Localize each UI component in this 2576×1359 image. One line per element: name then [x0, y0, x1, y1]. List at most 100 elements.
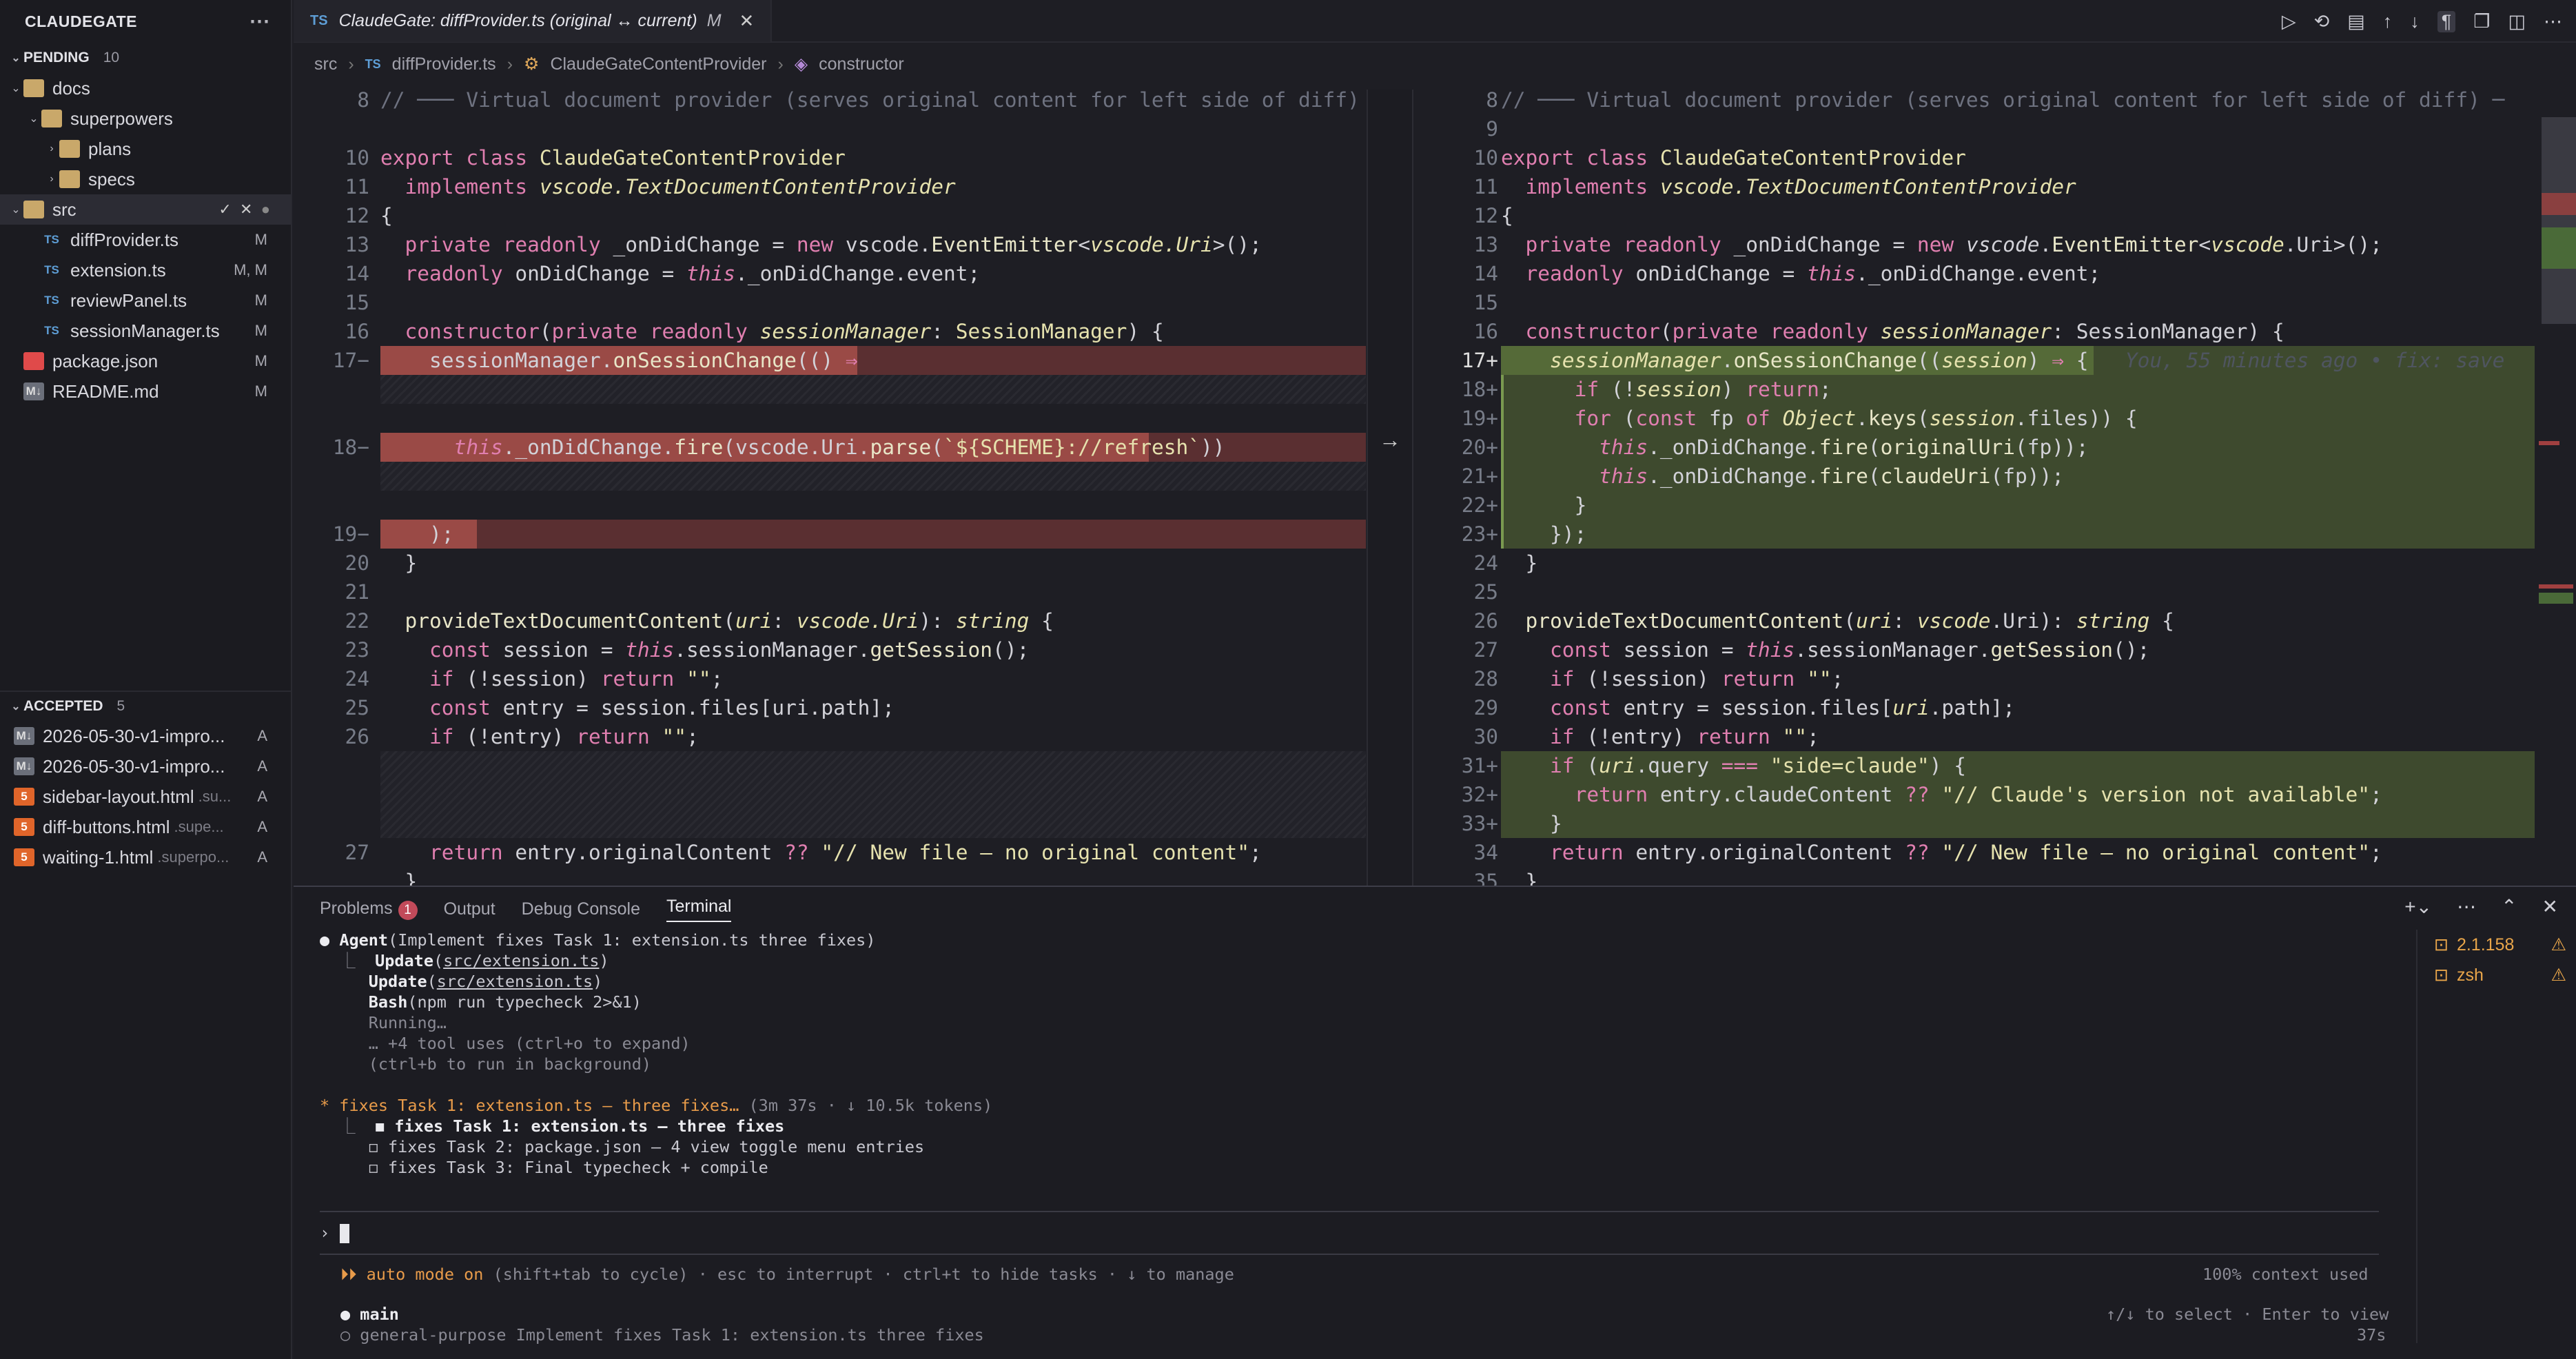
html-file-icon: 5	[14, 848, 34, 866]
new-terminal-icon[interactable]: +⌄	[2404, 895, 2432, 918]
tab-output[interactable]: Output	[444, 899, 495, 919]
code-line: // ─── Virtual document provider (serves…	[380, 90, 1366, 112]
more-actions-icon[interactable]: ⋯	[2544, 11, 2562, 32]
folder-actions[interactable]: ✓ ✕ ●	[218, 201, 270, 218]
close-panel-icon[interactable]: ✕	[2542, 895, 2558, 918]
code-line: const session = this.sessionManager.getS…	[429, 638, 1030, 662]
code-line: if (uri.query === "side=claude") {	[1550, 754, 1966, 777]
breadcrumb-file[interactable]: diffProvider.ts	[392, 54, 496, 74]
tree-item[interactable]: TS reviewPanel.ts M	[0, 285, 291, 316]
line-number: 19−	[332, 522, 369, 546]
tree-item-label: src	[52, 198, 76, 220]
code-line: {	[1501, 204, 1513, 227]
breadcrumb-separator-icon: ›	[777, 54, 784, 74]
tab-debug-console[interactable]: Debug Console	[522, 899, 640, 919]
tree-item[interactable]: package.json M	[0, 346, 291, 376]
terminal-item-zsh[interactable]: ⊡ zsh ⚠	[2417, 960, 2576, 990]
revert-arrow-icon[interactable]: →	[1379, 427, 1401, 453]
markdown-file-icon: M↓	[23, 382, 44, 400]
line-number: 24	[345, 667, 369, 691]
tree-item[interactable]: › specs	[0, 164, 291, 194]
accepted-item[interactable]: 5 sidebar-layout.html .su... A	[0, 781, 291, 812]
code-line: sessionManager.onSessionChange((session)…	[1550, 349, 2505, 372]
more-actions-icon[interactable]: ⋯	[2457, 895, 2476, 918]
line-number: 16	[1473, 320, 1498, 343]
editor-tabbar: TS ClaudeGate: diffProvider.ts (original…	[294, 0, 2576, 43]
pending-count: 10	[103, 50, 120, 65]
reject-icon[interactable]: ✕	[240, 201, 252, 218]
run-icon[interactable]: ▷	[2282, 11, 2296, 32]
overview-ruler[interactable]	[2536, 90, 2576, 886]
breadcrumb-constructor[interactable]: constructor	[819, 54, 904, 74]
typescript-icon: TS	[44, 324, 59, 337]
git-status: A	[257, 848, 267, 866]
accepted-item-path: .su...	[198, 788, 232, 805]
line-number: 21+	[1461, 464, 1498, 488]
code-line: {	[380, 204, 393, 227]
git-status: M	[254, 292, 267, 309]
line-number: 27	[345, 841, 369, 864]
original-editor-pane[interactable]: 8 // ─── Virtual document provider (serv…	[294, 90, 1366, 886]
git-status: A	[257, 757, 267, 775]
open-file-icon[interactable]: ▤	[2347, 11, 2365, 32]
warning-icon: ⚠	[2551, 965, 2566, 985]
tree-item[interactable]: ⌄ superpowers	[0, 103, 291, 134]
terminal-output[interactable]: ● Agent(Implement fixes Task 1: extensio…	[320, 930, 2387, 1178]
more-actions-icon[interactable]: ⋯	[249, 10, 271, 34]
tree-item-label: reviewPanel.ts	[70, 289, 187, 311]
previous-change-icon[interactable]: ↑	[2383, 11, 2393, 32]
code-line: implements vscode.TextDocumentContentPro…	[405, 175, 956, 198]
branch-label: ● main	[340, 1305, 399, 1324]
code-line: readonly onDidChange = this._onDidChange…	[1525, 262, 2101, 285]
tree-item[interactable]: TS diffProvider.ts M	[0, 225, 291, 255]
line-number: 20+	[1461, 436, 1498, 459]
whitespace-toggle-icon[interactable]: ¶	[2437, 10, 2456, 32]
git-status: A	[257, 818, 267, 835]
tab-terminal[interactable]: Terminal	[666, 897, 732, 922]
split-editor-icon[interactable]: ◫	[2508, 11, 2526, 32]
modified-badge: M	[706, 10, 722, 30]
terminal-item-claude[interactable]: ⊡ 2.1.158 ⚠	[2417, 930, 2576, 960]
history-icon[interactable]: ⟲	[2314, 11, 2330, 32]
tree-item[interactable]: ⌄ src ✓ ✕ ●	[0, 194, 291, 225]
git-status: M	[254, 231, 267, 248]
code-line: if (!entry) return "";	[1550, 725, 1819, 748]
tree-item[interactable]: TS extension.ts M, M	[0, 255, 291, 285]
next-change-icon[interactable]: ↓	[2410, 11, 2420, 32]
breadcrumb-class[interactable]: ClaudeGateContentProvider	[550, 54, 766, 74]
line-number: 14	[1473, 262, 1498, 285]
pending-section-header[interactable]: ⌄ PENDING 10	[0, 43, 291, 73]
line-number: 29	[1473, 696, 1498, 719]
line-number: 20	[345, 551, 369, 575]
tree-item[interactable]: TS sessionManager.ts M	[0, 316, 291, 346]
accepted-item[interactable]: M↓ 2026-05-30-v1-impro... A	[0, 751, 291, 781]
prompt-input[interactable]: ›	[320, 1211, 2379, 1255]
tree-item[interactable]: › plans	[0, 134, 291, 164]
line-number: 15	[345, 291, 369, 314]
git-status: A	[257, 727, 267, 744]
breadcrumb-src[interactable]: src	[314, 54, 337, 74]
tree-item[interactable]: M↓ README.md M	[0, 376, 291, 407]
current-editor-pane[interactable]: 8 // ─── Virtual document provider (serv…	[1414, 90, 2535, 886]
code-line: return entry.claudeContent ?? "// Claude…	[1574, 783, 2382, 806]
tree-item[interactable]: ⌄ docs	[0, 73, 291, 103]
markdown-file-icon: M↓	[14, 727, 34, 745]
code-line: );	[380, 522, 454, 546]
accepted-item[interactable]: 5 waiting-1.html .superpo... A	[0, 842, 291, 872]
accepted-item[interactable]: 5 diff-buttons.html .supe... A	[0, 812, 291, 842]
accept-icon[interactable]: ✓	[218, 201, 231, 218]
accepted-section-header[interactable]: ⌄ ACCEPTED 5	[0, 691, 291, 721]
accepted-item-label: sidebar-layout.html	[43, 786, 194, 807]
git-status: M	[254, 352, 267, 369]
typescript-icon: TS	[365, 57, 381, 71]
close-icon[interactable]: ✕	[739, 10, 755, 32]
typescript-icon: TS	[44, 263, 59, 276]
accepted-item[interactable]: M↓ 2026-05-30-v1-impro... A	[0, 721, 291, 751]
code-line: }	[380, 870, 418, 886]
maximize-panel-icon[interactable]: ⌃	[2501, 895, 2517, 918]
book-icon[interactable]: ❐	[2473, 11, 2490, 32]
code-line: if (!entry) return "";	[429, 725, 699, 748]
tab-diff-provider[interactable]: TS ClaudeGate: diffProvider.ts (original…	[294, 0, 773, 42]
tab-problems[interactable]: Problems 1	[320, 899, 418, 920]
tab-title: ClaudeGate: diffProvider.ts (original ↔ …	[338, 10, 697, 30]
